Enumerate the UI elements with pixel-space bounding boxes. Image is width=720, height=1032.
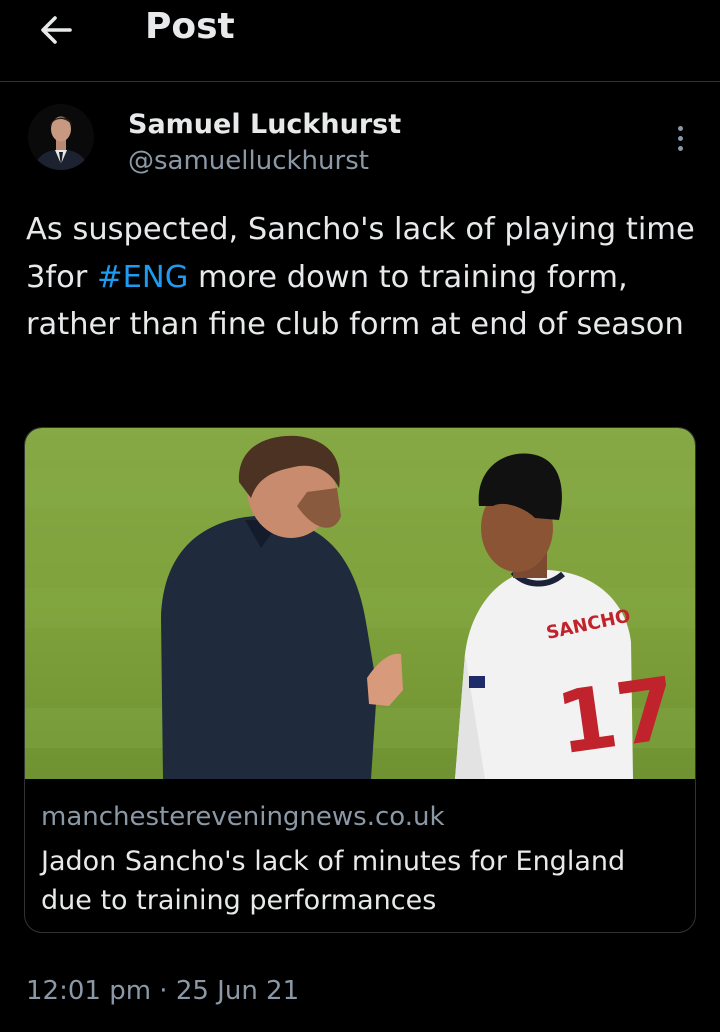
avatar[interactable]	[28, 104, 94, 170]
hashtag-link[interactable]: #ENG	[97, 260, 188, 295]
top-bar: Post	[0, 0, 720, 82]
link-title: Jadon Sancho's lack of minutes for Engla…	[41, 846, 626, 916]
author-name[interactable]: Samuel Luckhurst	[128, 109, 401, 140]
arrow-left-icon	[41, 16, 72, 44]
avatar-image	[28, 104, 94, 170]
card-image: SANCHO 17	[25, 428, 695, 779]
link-domain: manchestereveningnews.co.uk	[41, 802, 445, 832]
jersey-number: 17	[551, 659, 683, 775]
more-vertical-icon	[677, 125, 683, 131]
more-vertical-icon-dot	[677, 145, 683, 151]
post-timestamp[interactable]: 12:01 pm · 25 Jun 21	[26, 976, 299, 1006]
author-handle[interactable]: @samuelluckhurst	[128, 146, 369, 176]
more-options-button[interactable]	[664, 120, 696, 156]
link-card[interactable]: SANCHO 17 manchestereveningnews.co.uk Ja…	[24, 427, 696, 933]
tweet-text: As suspected, Sancho's lack of playing t…	[26, 206, 706, 349]
more-vertical-icon-dot	[677, 135, 683, 141]
back-button[interactable]	[34, 8, 78, 52]
page-title: Post	[145, 6, 235, 47]
